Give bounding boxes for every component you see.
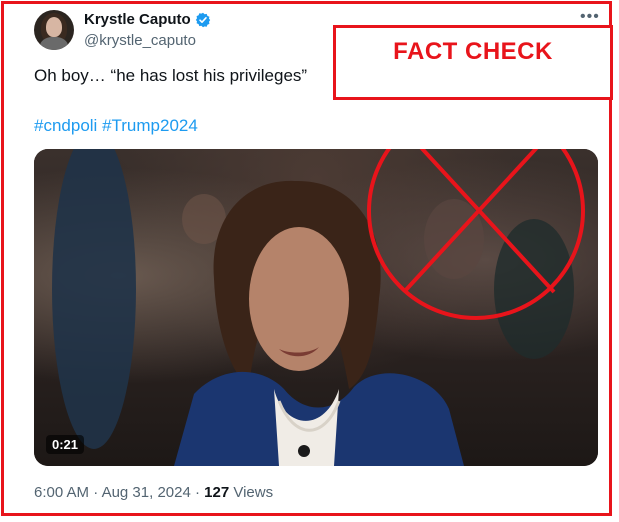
hashtag-row: #cndpoli #Trump2024	[34, 116, 198, 136]
fact-check-label: FACT CHECK	[393, 38, 553, 65]
tweet-metadata: 6:00 AM · Aug 31, 2024 · 127 Views	[34, 484, 273, 501]
author-handle[interactable]: @krystle_caputo	[84, 32, 196, 49]
author-name-row[interactable]: Krystle Caputo	[84, 11, 211, 28]
view-count: 127	[204, 484, 230, 501]
meta-separator: ·	[194, 484, 200, 501]
meta-separator: ·	[93, 484, 99, 501]
verified-badge-icon	[195, 12, 211, 28]
hashtag-link[interactable]: #Trump2024	[102, 116, 198, 135]
video-duration-badge: 0:21	[46, 435, 85, 454]
tweet-text: Oh boy… “he has lost his privileges”	[34, 66, 308, 85]
avatar[interactable]	[34, 10, 74, 50]
tweet-time[interactable]: 6:00 AM	[34, 484, 89, 501]
hashtag-link[interactable]: #cndpoli	[34, 116, 97, 135]
views-label: Views	[233, 484, 274, 501]
tweet-date[interactable]: Aug 31, 2024	[102, 484, 191, 501]
author-name[interactable]: Krystle Caputo	[84, 11, 191, 28]
fact-check-banner: FACT CHECK	[333, 25, 613, 100]
video-player[interactable]: 0:21	[34, 149, 598, 466]
more-options-icon[interactable]: •••	[580, 8, 600, 26]
no-symbol-overlay	[367, 149, 585, 320]
